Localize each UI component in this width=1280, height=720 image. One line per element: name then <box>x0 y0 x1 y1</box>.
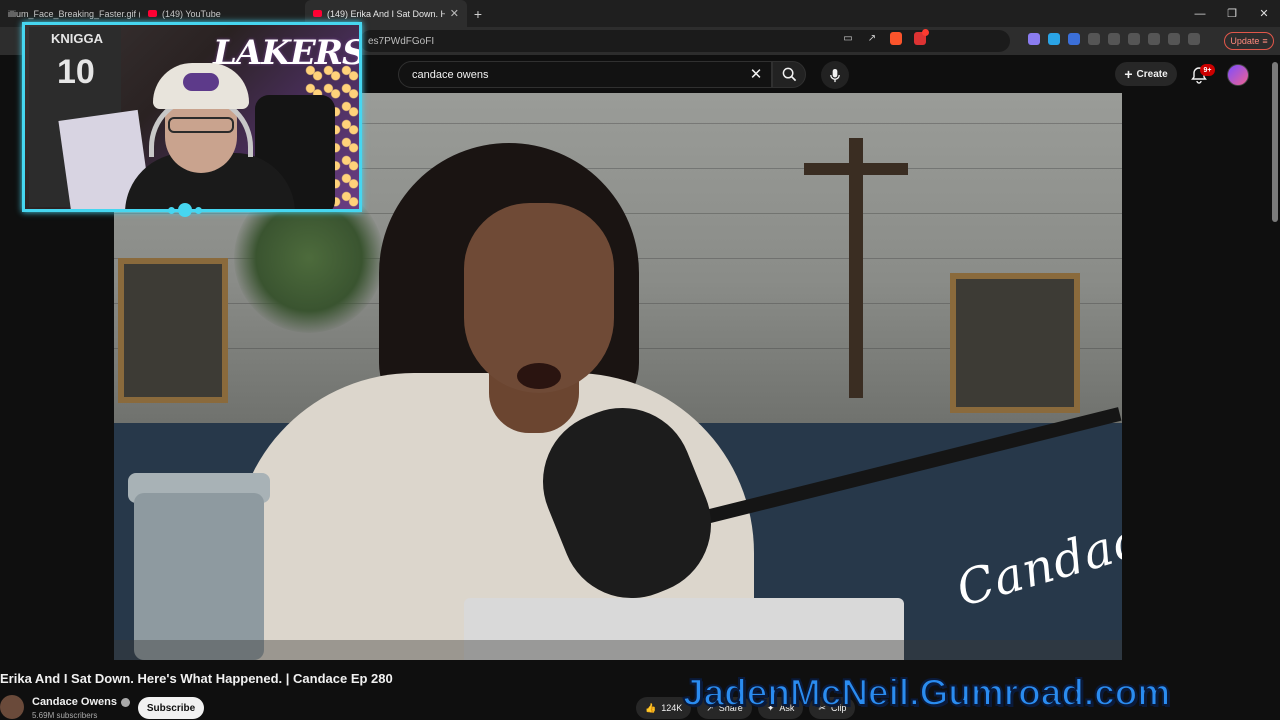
indicator-dot <box>168 206 175 214</box>
tab-label: (149) Erika And I Sat Down. Here <box>327 8 445 19</box>
sidebar-panel <box>1122 93 1280 660</box>
jersey-number: 10 <box>57 53 95 91</box>
brave-rewards-icon[interactable] <box>914 28 929 45</box>
youtube-favicon-icon <box>313 10 322 17</box>
channel-name-row[interactable]: Candace Owens <box>32 696 130 708</box>
window-controls: — ❐ ✕ <box>1184 0 1280 27</box>
leo-icon[interactable] <box>1168 33 1180 45</box>
share-icon[interactable]: ↗ <box>866 32 878 44</box>
search-input[interactable]: candace owens <box>398 61 772 88</box>
address-bar-icons: ▭ ↗ <box>842 28 929 45</box>
search-button[interactable] <box>772 61 806 88</box>
video-desk <box>114 640 1122 660</box>
notification-badge: 9+ <box>1200 64 1215 76</box>
minimize-icon[interactable]: — <box>1184 0 1216 27</box>
close-window-icon[interactable]: ✕ <box>1248 0 1280 27</box>
search-icon <box>782 67 796 82</box>
search-query: candace owens <box>412 68 489 81</box>
indicator-dot <box>195 206 202 214</box>
sidebar-icon[interactable] <box>1108 33 1120 45</box>
extension-icon[interactable] <box>1068 33 1080 45</box>
streamer-glasses <box>168 117 234 133</box>
webcam-overlay: KNIGGA 10 LAKERS <box>22 22 362 212</box>
new-tab-button[interactable]: + <box>467 6 489 22</box>
video-picture-frame <box>950 273 1080 413</box>
channel-avatar[interactable] <box>0 695 24 719</box>
video-crucifix-bar <box>804 163 908 175</box>
youtube-favicon-icon <box>148 10 157 17</box>
account-avatar[interactable] <box>1227 64 1249 86</box>
vpn-icon[interactable] <box>1188 33 1200 45</box>
address-text: es7PWdFGoFI <box>368 35 435 47</box>
extensions-bar <box>1028 33 1200 45</box>
update-button[interactable]: Update ≡ <box>1224 32 1274 50</box>
wallet-icon[interactable] <box>1148 33 1160 45</box>
update-label: Update <box>1230 36 1260 46</box>
create-button[interactable]: + Create <box>1115 62 1177 86</box>
restore-icon[interactable]: ❐ <box>1216 0 1248 27</box>
indicator-dot <box>178 203 192 217</box>
screen: illium_Face_Breaking_Faster.gif (14... (… <box>0 0 1280 720</box>
scrollbar-thumb[interactable] <box>1272 62 1278 222</box>
cap-logo <box>183 73 219 91</box>
music-icon[interactable] <box>1128 33 1140 45</box>
verified-icon <box>120 697 130 707</box>
webcam-indicator <box>168 203 202 217</box>
voice-search-button[interactable] <box>821 61 849 89</box>
extension-icon[interactable] <box>1048 33 1060 45</box>
puzzle-icon[interactable] <box>1088 33 1100 45</box>
tab-label: (149) YouTube <box>162 8 221 19</box>
promo-overlay-text: JadenMcNeil.Gumroad.com <box>682 671 1171 714</box>
jersey-name: KNIGGA <box>51 31 103 46</box>
plus-icon: + <box>1124 66 1133 82</box>
cast-icon[interactable]: ▭ <box>842 32 854 44</box>
video-cup <box>134 493 264 660</box>
microphone-icon <box>830 68 840 82</box>
thumbs-up-icon: 👍 <box>645 702 657 713</box>
brave-shield-icon[interactable] <box>890 31 902 45</box>
extension-icon[interactable] <box>1028 33 1040 45</box>
video-person-mouth <box>517 363 561 389</box>
clear-search-icon[interactable]: ✕ <box>746 64 766 84</box>
video-crucifix <box>849 138 863 398</box>
subscriber-count: 5.69M subscribers <box>32 711 98 720</box>
video-picture-frame <box>118 258 228 403</box>
create-label: Create <box>1136 68 1168 80</box>
like-count: 124K <box>661 703 683 713</box>
subscribe-button[interactable]: Subscribe <box>138 697 204 719</box>
close-tab-icon[interactable]: ✕ <box>450 7 459 20</box>
video-title: Erika And I Sat Down. Here's What Happen… <box>0 671 393 686</box>
channel-name: Candace Owens <box>32 696 117 708</box>
menu-icon: ≡ <box>1262 36 1268 46</box>
tab-label: illium_Face_Breaking_Faster.gif (14... <box>8 8 140 19</box>
